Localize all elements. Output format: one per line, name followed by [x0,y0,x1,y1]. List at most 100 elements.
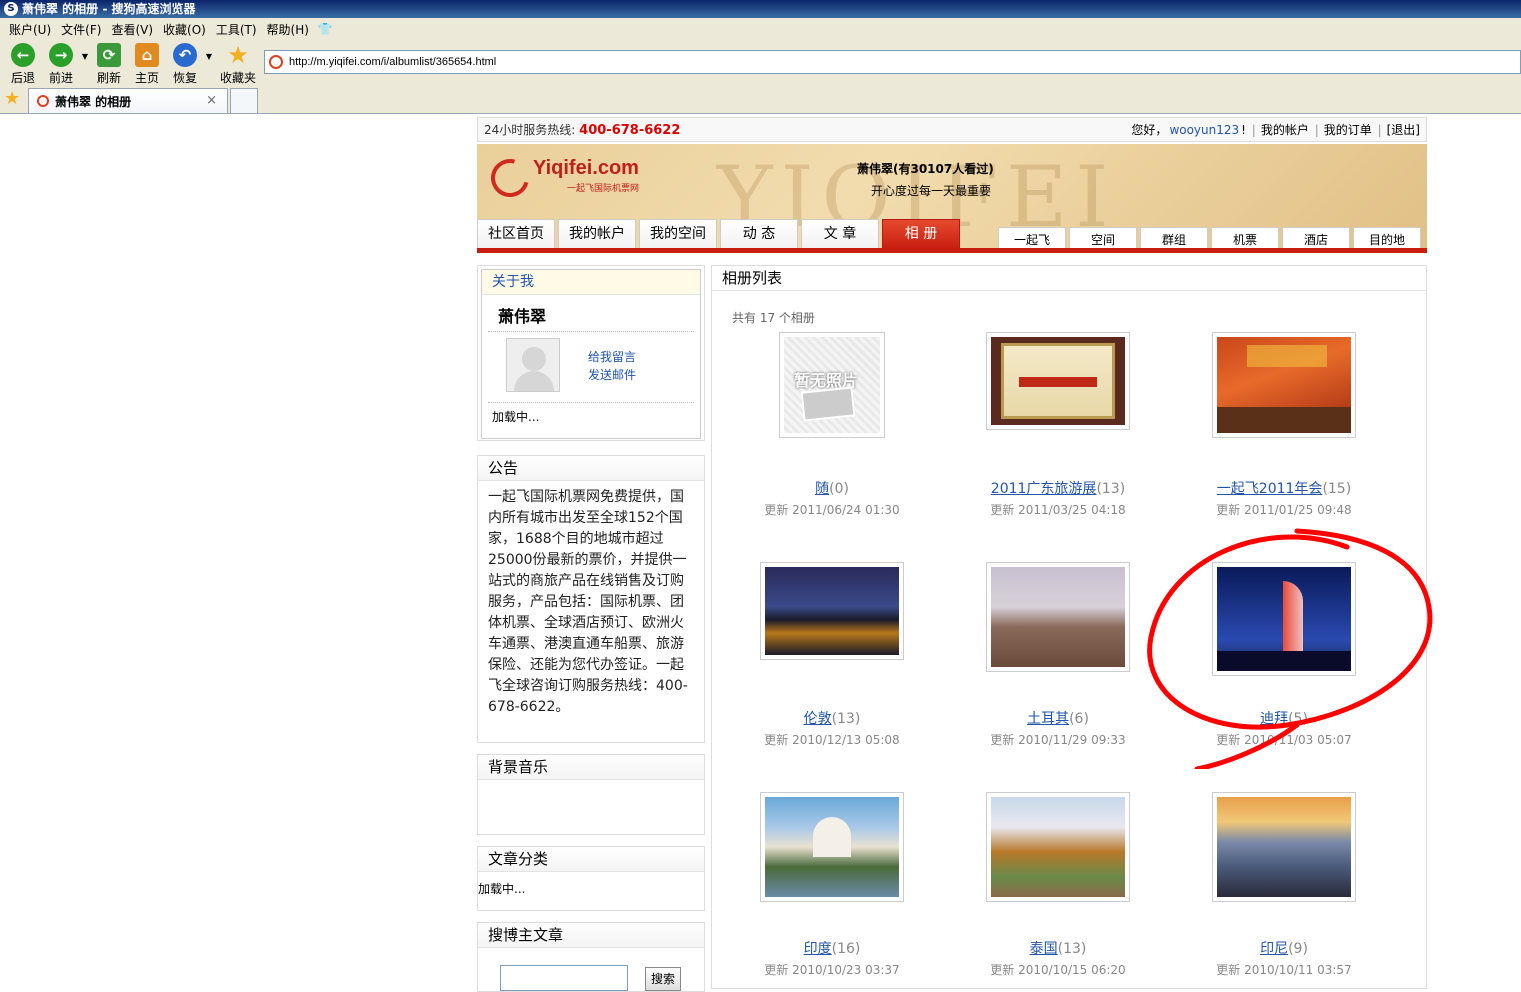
restore-button[interactable]: ↶ 恢复 [166,40,204,86]
album-title-link[interactable]: 2011广东旅游展 [991,481,1097,497]
album-list-panel: 相册列表 共有 17 个相册 暂无照片 随(0) 更新 2011/06/24 0… [711,265,1427,989]
album-updated: 更新 2011/03/25 04:18 [990,503,1126,517]
menu-favorites[interactable]: 收藏(O) [158,21,211,38]
menu-help[interactable]: 帮助(H) [262,21,314,38]
back-button[interactable]: ← 后退 [4,40,42,86]
site-favicon [269,55,283,69]
album-thumbnail[interactable] [1212,792,1356,902]
album-thumbnail[interactable] [1212,562,1356,676]
search-header: 搜博主文章 [478,923,704,948]
address-url[interactable]: http://m.yiqifei.com/i/albumlist/365654.… [289,56,496,68]
no-photo-placeholder: 暂无照片 [784,337,880,433]
owner-motto: 开心度过每一天最重要 [871,184,992,198]
nav-my-space[interactable]: 我的空间 [639,219,717,249]
tab-title: 萧伟翠 的相册 [55,94,132,109]
album-updated: 更新 2011/06/24 01:30 [764,503,900,517]
about-loading-text: 加载中... [492,410,540,424]
album-thumbnail[interactable] [986,332,1130,430]
username-link[interactable]: wooyun123 [1169,123,1239,137]
notice-body: 一起飞国际机票网免费提供，国内所有城市出发至全球152个国家，1688个目的地城… [488,489,688,715]
my-account-link[interactable]: 我的帐户 [1261,123,1309,137]
nav-community-home[interactable]: 社区首页 [477,219,555,249]
back-arrow-icon: ← [11,43,35,67]
logout-link[interactable]: [退出] [1387,123,1420,137]
restore-dropdown-icon[interactable]: ▼ [204,40,214,61]
album-title-link[interactable]: 伦敦 [804,711,832,727]
forward-dropdown-icon[interactable]: ▼ [80,40,90,61]
album-thumbnail[interactable] [1212,332,1356,438]
nav-articles[interactable]: 文 章 [801,219,879,249]
album-title-link[interactable]: 一起飞2011年会 [1217,481,1323,497]
home-button[interactable]: ⌂ 主页 [128,40,166,86]
refresh-icon: ⟳ [97,43,121,67]
favorites-button[interactable]: ★ 收藏夹 [214,40,262,86]
nav-activity[interactable]: 动 态 [720,219,798,249]
owner-title: 萧伟翠(有30107人看过) [857,162,994,176]
article-search-input[interactable] [500,965,628,991]
sogou-browser-icon: S [4,2,18,16]
album-updated: 更新 2010/10/23 03:37 [764,963,900,977]
forward-button[interactable]: → 前进 [42,40,80,86]
album-item: 一起飞2011年会(15) 更新 2011/01/25 09:48 [1184,332,1384,532]
avatar[interactable] [506,338,560,392]
star-icon: ★ [227,41,249,69]
categories-header: 文章分类 [478,847,704,872]
notice-header: 公告 [478,456,704,481]
refresh-button[interactable]: ⟳ 刷新 [90,40,128,86]
user-links: 您好， wooyun123! | 我的帐户 | 我的订单 | [退出] [1131,123,1420,137]
album-title-link[interactable]: 印度 [804,941,832,957]
about-me-panel: 关于我 萧伟翠 给我留言 发送邮件 加载中... [477,265,705,441]
nav-my-account[interactable]: 我的帐户 [558,219,636,249]
categories-loading: 加载中... [478,882,526,896]
browser-tab-active[interactable]: 萧伟翠 的相册 × [28,88,228,113]
page-topbar: 24小时服务热线: 400-678-6622 您好， wooyun123! | 我的… [477,117,1427,142]
album-title-link[interactable]: 印尼 [1260,941,1288,957]
album-title-link[interactable]: 随 [815,481,829,497]
hotline: 24小时服务热线: 400-678-6622 [484,123,681,138]
window-title: 萧伟翠 的相册 - 搜狗高速浏览器 [22,2,196,16]
album-thumbnail[interactable] [986,562,1130,672]
menu-tools[interactable]: 工具(T) [211,21,262,38]
forward-arrow-icon: → [49,43,73,67]
album-item: 土耳其(6) 更新 2010/11/29 09:33 [958,562,1158,762]
new-tab-button[interactable] [230,88,258,113]
web-page: 24小时服务热线: 400-678-6622 您好， wooyun123! | 我的… [477,117,1427,992]
music-panel: 背景音乐 [477,754,705,835]
my-orders-link[interactable]: 我的订单 [1324,123,1372,137]
window-titlebar: S 萧伟翠 的相册 - 搜狗高速浏览器 [0,0,1521,18]
album-thumbnail[interactable] [986,792,1130,902]
undo-icon: ↶ [173,43,197,67]
album-thumbnail[interactable] [760,792,904,902]
album-title-link[interactable]: 迪拜 [1260,711,1288,727]
tab-bar: ★ 萧伟翠 的相册 × [0,86,1521,114]
menu-account[interactable]: 账户(U) [4,21,56,38]
menu-bar: 账户(U) 文件(F) 查看(V) 收藏(O) 工具(T) 帮助(H) 👕 [0,18,1521,40]
album-count: 共有 17 个相册 [732,311,815,325]
leave-message-link[interactable]: 给我留言 [588,348,636,365]
album-updated: 更新 2010/10/11 03:57 [1216,963,1352,977]
music-header: 背景音乐 [478,755,704,780]
album-item: 暂无照片 随(0) 更新 2011/06/24 01:30 [732,332,932,532]
album-thumbnail[interactable] [760,562,904,660]
album-thumbnail[interactable]: 暂无照片 [779,332,885,438]
tab-close-icon[interactable]: × [206,93,217,108]
menu-file[interactable]: 文件(F) [56,21,106,38]
logo-swirl-icon [484,152,536,204]
album-item: 泰国(13) 更新 2010/10/15 06:20 [958,792,1158,992]
send-mail-link[interactable]: 发送邮件 [588,366,636,383]
sub-nav: 一起飞 空间 群组 机票 酒店 目的地 [998,223,1421,252]
album-title-link[interactable]: 土耳其 [1027,711,1069,727]
site-logo[interactable]: Yiqifei.com 一起飞国际机票网 [484,152,639,204]
skin-icon[interactable]: 👕 [318,22,333,36]
menu-view[interactable]: 查看(V) [106,21,158,38]
photo-stack-icon [800,386,856,422]
address-bar[interactable]: http://m.yiqifei.com/i/albumlist/365654.… [264,50,1521,74]
about-me-header: 关于我 [482,270,700,295]
album-updated: 更新 2010/11/03 05:07 [1216,733,1352,747]
nav-albums[interactable]: 相 册 [882,219,960,249]
favorites-star-icon[interactable]: ★ [4,90,20,108]
album-updated: 更新 2011/01/25 09:48 [1216,503,1352,517]
album-title-link[interactable]: 泰国 [1030,941,1058,957]
tab-favicon [37,95,49,107]
search-button[interactable]: 搜索 [645,967,681,991]
